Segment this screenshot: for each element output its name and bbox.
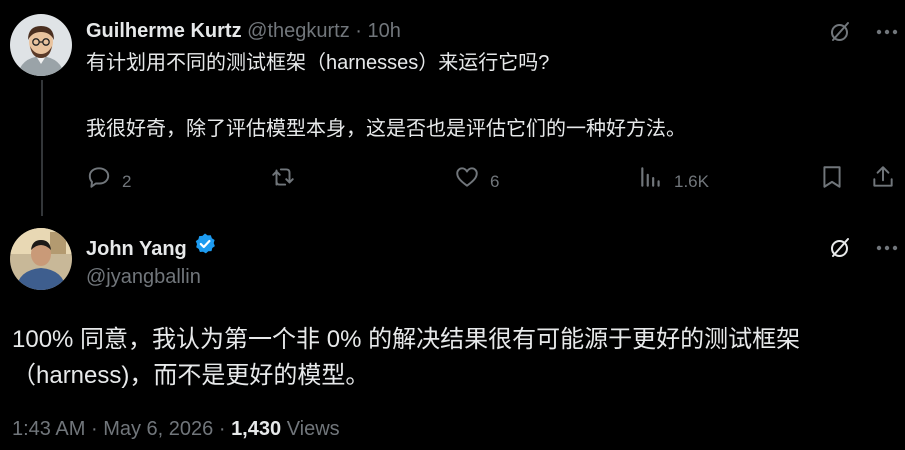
views-count: 1,430 — [231, 418, 282, 440]
reply-count: 2 — [122, 172, 132, 191]
grok-icon[interactable] — [828, 20, 852, 44]
reply-top-icons — [828, 236, 898, 260]
view-count: 1.6K — [674, 172, 709, 191]
views-icon — [638, 164, 664, 200]
parent-action-bar: 2 6 1.6K — [86, 164, 896, 194]
like-button[interactable]: 6 — [454, 164, 499, 200]
bookmark-icon — [819, 164, 845, 200]
parent-tweet-text-line2: 我很好奇，除了评估模型本身，这是否也是评估它们的一种好方法。 — [86, 118, 686, 140]
reply-date[interactable]: May 6, 2026 — [103, 418, 213, 440]
reply-time[interactable]: 1:43 AM — [12, 418, 85, 440]
reply-avatar[interactable] — [10, 228, 72, 290]
header-separator: · — [355, 20, 362, 42]
share-icon — [870, 164, 896, 200]
retweet-icon — [270, 164, 296, 200]
reply-meta-row: 1:43 AM · May 6, 2026 · 1,430 Views — [12, 414, 340, 444]
grok-icon[interactable] — [828, 236, 852, 260]
share-button[interactable] — [870, 164, 896, 200]
parent-author-name[interactable]: Guilherme Kurtz — [86, 20, 242, 42]
like-icon — [454, 164, 480, 200]
thread-connector-line — [41, 80, 43, 216]
retweet-button[interactable] — [270, 164, 296, 200]
verified-badge-icon[interactable] — [193, 232, 217, 265]
parent-timestamp[interactable]: 10h — [368, 20, 401, 42]
reply-handle[interactable]: @jyangballin — [86, 262, 201, 292]
meta-separator: · — [218, 418, 226, 440]
reply-text-line2: （harness)，而不是更好的模型。 — [12, 362, 370, 389]
reply-author-row: John Yang — [86, 232, 217, 265]
parent-top-icons — [828, 20, 898, 44]
reply-tweet-text: 100% 同意，我认为第一个非 0% 的解决结果很有可能源于更好的测试框架 （h… — [12, 322, 897, 394]
more-icon[interactable] — [876, 29, 898, 35]
reply-icon — [86, 164, 112, 200]
more-icon[interactable] — [876, 245, 898, 251]
reply-text-line1: 100% 同意，我认为第一个非 0% 的解决结果很有可能源于更好的测试框架 — [12, 326, 801, 353]
views-label: Views — [286, 418, 340, 440]
reply-author-name[interactable]: John Yang — [86, 234, 187, 264]
parent-tweet-header: Guilherme Kurtz @thegkurtz · 10h — [86, 16, 401, 46]
views-button[interactable]: 1.6K — [638, 164, 709, 200]
like-count: 6 — [490, 172, 500, 191]
parent-tweet-text-line1: 有计划用不同的测试框架（harnesses）来运行它吗? — [86, 52, 550, 74]
bookmark-button[interactable] — [819, 164, 845, 200]
parent-handle[interactable]: @thegkurtz — [247, 20, 350, 42]
reply-button[interactable]: 2 — [86, 164, 131, 200]
parent-avatar[interactable] — [10, 14, 72, 76]
meta-separator: · — [90, 418, 98, 440]
